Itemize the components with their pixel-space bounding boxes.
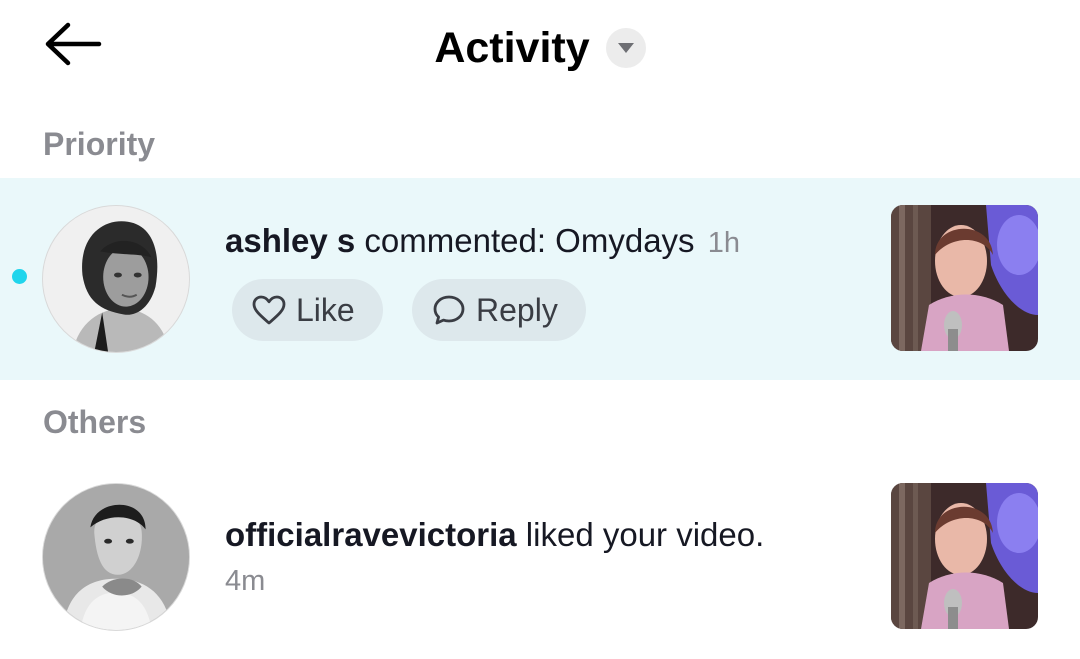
timestamp: 4m: [225, 565, 266, 597]
heart-icon: [252, 295, 286, 325]
video-thumbnail[interactable]: [891, 205, 1038, 351]
video-thumbnail[interactable]: [891, 483, 1038, 629]
like-button[interactable]: Like: [232, 279, 383, 341]
avatar[interactable]: [42, 483, 190, 631]
notification-text: officialravevictoria liked your video.: [225, 516, 764, 554]
notification-item[interactable]: officialravevictoria liked your video. 4…: [0, 470, 1080, 645]
section-label-others: Others: [43, 404, 147, 440]
section-label-priority: Priority: [43, 126, 156, 162]
caret-down-icon[interactable]: [605, 28, 646, 68]
avatar[interactable]: [42, 205, 190, 353]
username[interactable]: officialravevictoria: [225, 516, 517, 553]
notification-action: commented: Omydays: [355, 222, 695, 259]
username[interactable]: ashley s: [225, 222, 355, 259]
title-dropdown[interactable]: Activity: [0, 22, 1080, 74]
header: Activity: [0, 0, 1080, 100]
reply-label: Reply: [476, 291, 558, 328]
notification-action: liked your video.: [516, 516, 765, 553]
like-label: Like: [296, 291, 355, 328]
notification-text: ashley s commented: Omydays 1h: [225, 222, 740, 260]
comment-bubble-icon: [432, 294, 466, 326]
unread-dot: [12, 269, 27, 284]
reply-button[interactable]: Reply: [412, 279, 586, 341]
page-title: Activity: [434, 23, 590, 72]
notification-item[interactable]: ashley s commented: Omydays 1h Like Repl…: [0, 178, 1080, 380]
timestamp: 1h: [707, 227, 740, 259]
